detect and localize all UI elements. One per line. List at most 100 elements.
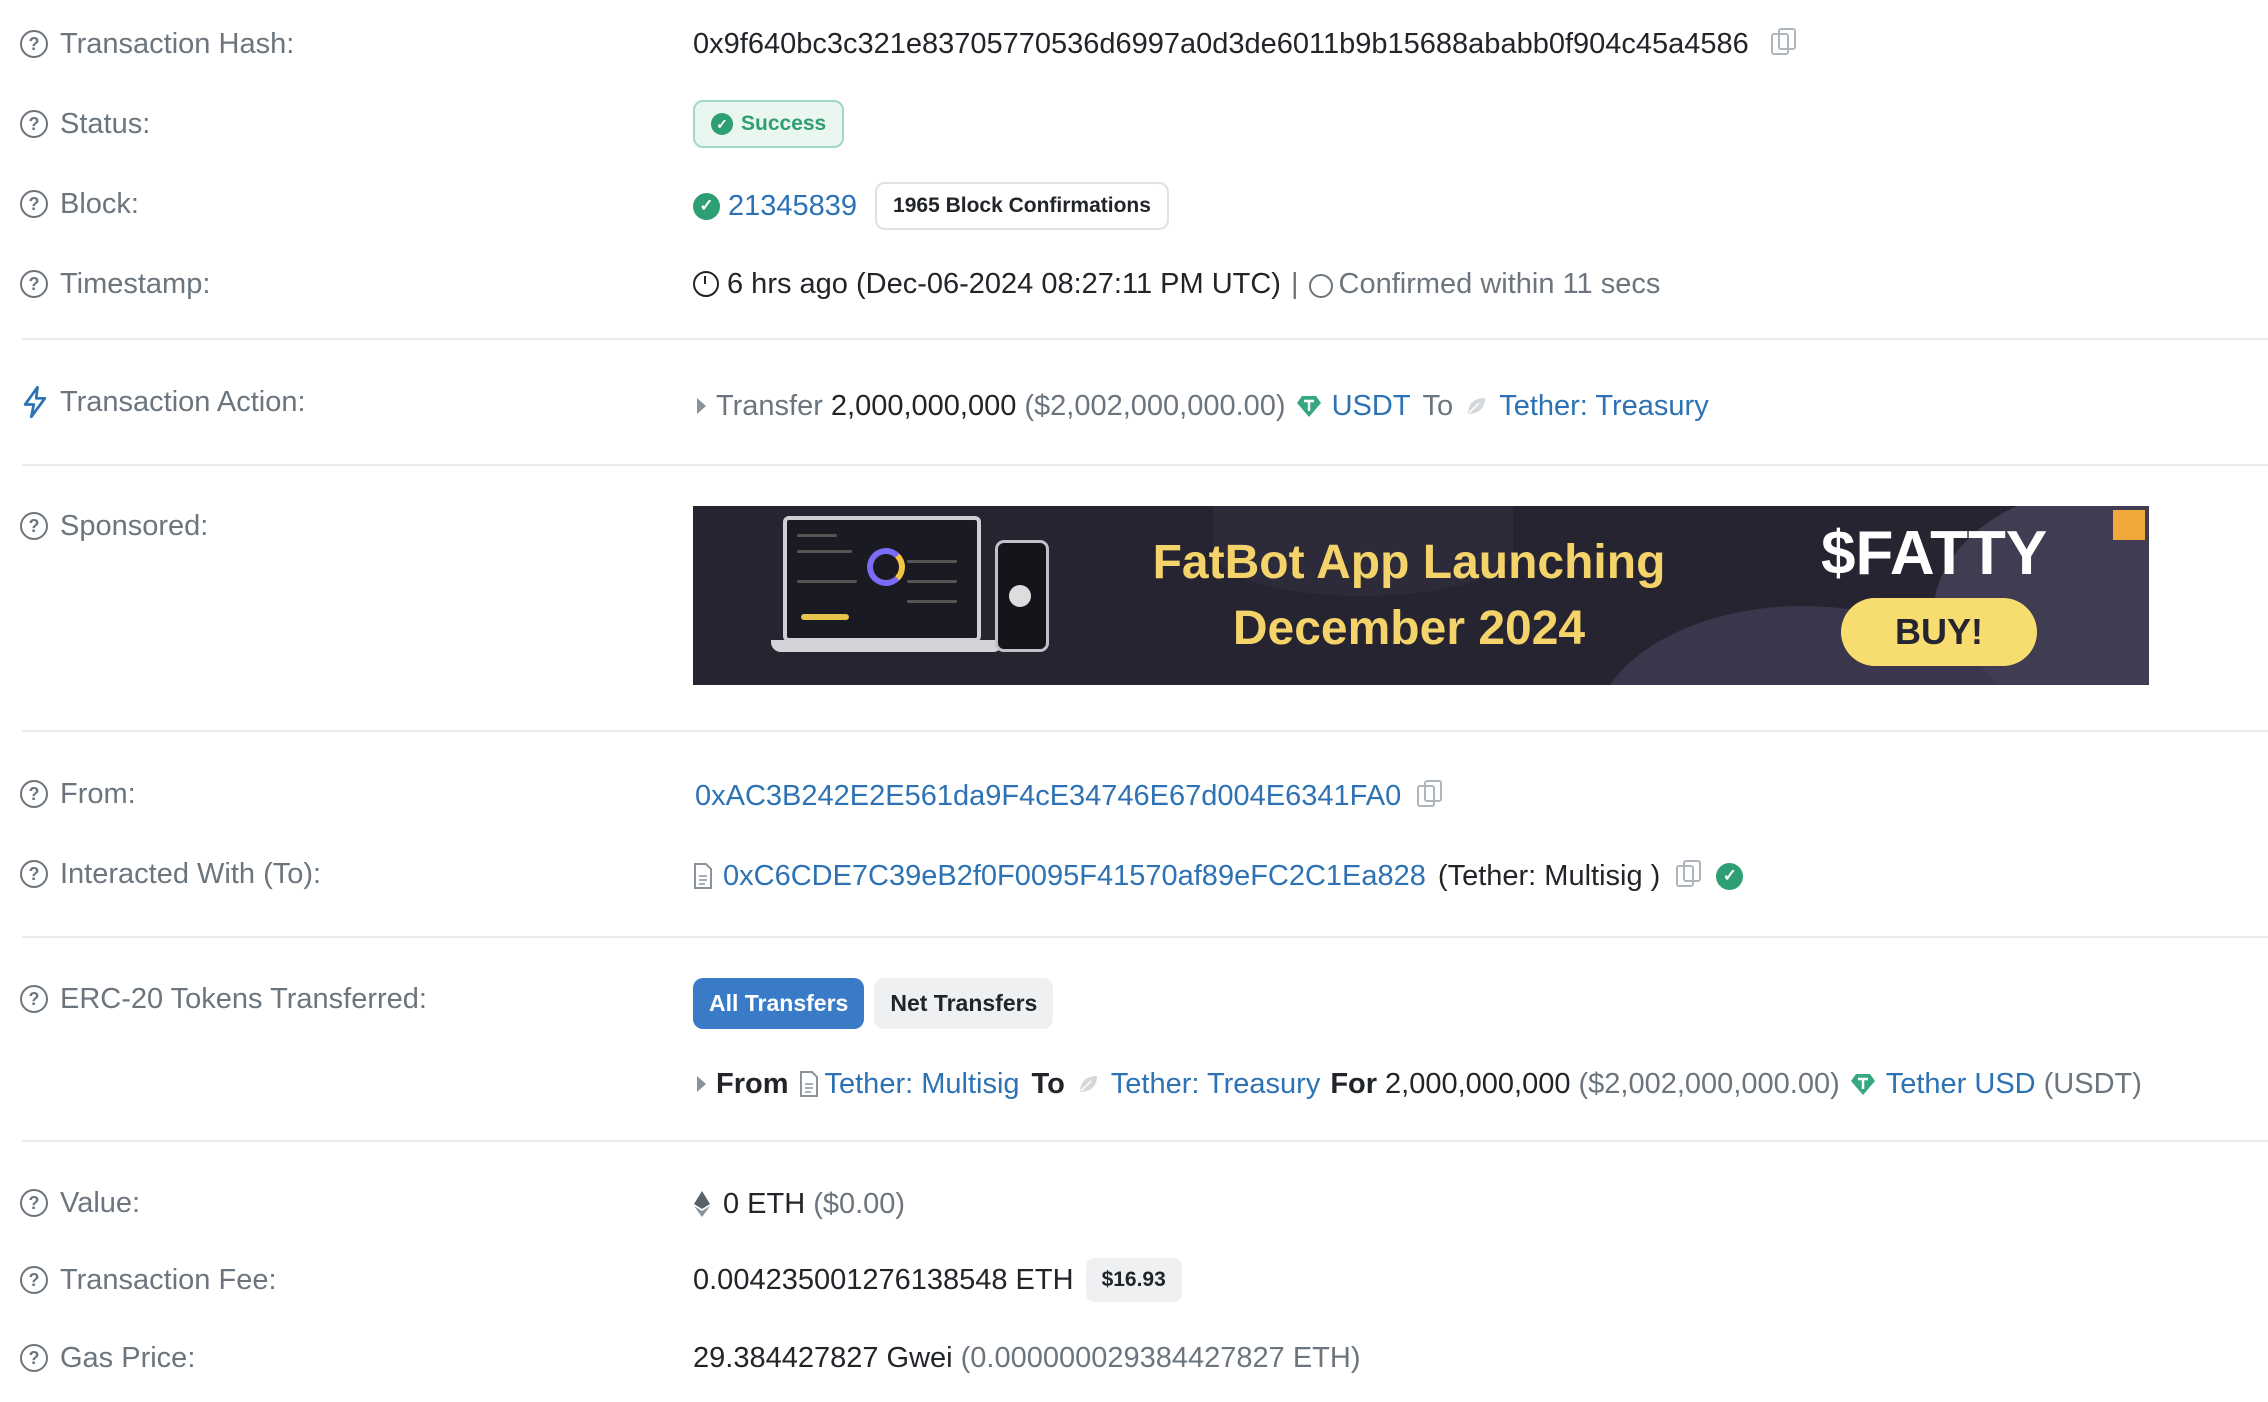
divider: [22, 464, 2268, 466]
ad-corner-icon[interactable]: [2113, 510, 2145, 540]
contract-name: (Tether: Multisig ): [1437, 859, 1661, 892]
label-erc20: ? ERC-20 Tokens Transferred:: [20, 979, 427, 1019]
timestamp-text: 6 hrs ago (Dec-06-2024 08:27:11 PM UTC): [727, 267, 1281, 300]
leaf-icon: [1079, 1076, 1097, 1092]
copy-icon[interactable]: [1417, 780, 1443, 807]
value-from: 0xAC3B242E2E561da9F4cE34746E67d004E6341F…: [695, 776, 1443, 816]
value-timestamp: 6 hrs ago (Dec-06-2024 08:27:11 PM UTC) …: [693, 264, 1660, 304]
question-icon[interactable]: ?: [20, 1266, 48, 1294]
graphic-line: [797, 550, 852, 553]
erc20-to-link[interactable]: Tether: Treasury: [1111, 1068, 1321, 1101]
banner-ticker: $FATTY: [1821, 519, 2048, 588]
label-tx-hash: ? Transaction Hash:: [20, 24, 294, 64]
lightning-icon: [23, 386, 47, 418]
fee-eth: 0.004235001276138548 ETH: [693, 1263, 1074, 1296]
copy-icon[interactable]: [1770, 28, 1796, 55]
value-usd: ($0.00): [813, 1187, 906, 1220]
action-verb: Transfer: [716, 389, 823, 422]
question-icon[interactable]: ?: [20, 270, 48, 298]
question-icon[interactable]: ?: [20, 30, 48, 58]
label-timestamp: ? Timestamp:: [20, 264, 210, 304]
fee-usd-badge: $16.93: [1085, 1258, 1182, 1302]
action-usd: ($2,002,000,000.00): [1024, 389, 1286, 422]
tether-token-icon: [1850, 1074, 1875, 1095]
eth-icon: [694, 1191, 710, 1217]
divider: [22, 1140, 2268, 1142]
leaf-icon: [1468, 398, 1486, 414]
token-link[interactable]: USDT: [1332, 390, 1411, 423]
tx-hash-text: 0x9f640bc3c321e83705770536d6997a0d3de601…: [693, 27, 1749, 60]
value-value: 0 ETH ($0.00): [693, 1184, 905, 1224]
sponsored-banner[interactable]: FatBot App Launching December 2024 $FATT…: [693, 506, 2149, 685]
contract-address-link[interactable]: 0xC6CDE7C39eB2f0F0095F41570af89eFC2C1Ea8…: [723, 860, 1426, 893]
caret-right-icon[interactable]: [697, 398, 706, 414]
erc20-amount: 2,000,000,000: [1385, 1067, 1571, 1100]
question-icon[interactable]: ?: [20, 780, 48, 808]
graphic-line: [797, 534, 837, 537]
label-tx-fee: ? Transaction Fee:: [20, 1260, 277, 1300]
avatar-graphic: [1009, 585, 1031, 607]
confirmed-within-text: Confirmed within 11 secs: [1338, 267, 1661, 300]
phone-illustration: [995, 540, 1049, 652]
tether-token-icon: [1296, 396, 1321, 417]
question-icon[interactable]: ?: [20, 110, 48, 138]
label-gas-price: ? Gas Price:: [20, 1338, 195, 1378]
clock-icon: [693, 271, 719, 297]
erc20-from-link[interactable]: Tether: Multisig: [825, 1068, 1020, 1101]
contract-file-icon: [799, 1071, 818, 1097]
status-badge: ✓ Success: [693, 100, 845, 148]
erc20-token-link[interactable]: Tether USD: [1886, 1068, 2036, 1101]
gas-gwei: 29.384427827 Gwei: [693, 1341, 953, 1374]
action-amount: 2,000,000,000: [830, 389, 1017, 422]
divider: [22, 730, 2268, 732]
block-number-link[interactable]: 21345839: [728, 190, 857, 223]
question-icon[interactable]: ?: [20, 860, 48, 888]
value-gas-price: 29.384427827 Gwei (0.000000029384427827 …: [693, 1338, 1360, 1378]
question-icon[interactable]: ?: [20, 512, 48, 540]
graphic-line: [797, 580, 857, 583]
question-icon[interactable]: ?: [20, 1344, 48, 1372]
donut-graphic: [867, 548, 905, 586]
label-from: ? From:: [20, 774, 136, 814]
caret-right-icon[interactable]: [697, 1076, 706, 1092]
to-word: To: [1031, 1067, 1065, 1100]
separator: |: [1290, 267, 1299, 300]
label-status: ? Status:: [20, 104, 150, 144]
value-interacted: 0xC6CDE7C39eB2f0F0095F41570af89eFC2C1Ea8…: [693, 856, 1751, 896]
value-status: ✓ Success: [693, 100, 845, 148]
question-icon[interactable]: ?: [20, 1189, 48, 1217]
graphic-line: [907, 580, 957, 583]
question-icon[interactable]: ?: [20, 985, 48, 1013]
erc20-usd: ($2,002,000,000.00): [1578, 1067, 1840, 1100]
graphic-line: [907, 560, 957, 563]
label-interacted: ? Interacted With (To):: [20, 854, 321, 894]
check-circle-icon: ✓: [711, 113, 733, 135]
from-word: From: [716, 1067, 789, 1100]
label-tx-action: Transaction Action:: [20, 382, 306, 422]
erc20-symbol: (USDT): [2043, 1067, 2142, 1100]
question-icon[interactable]: ?: [20, 190, 48, 218]
graphic-bar: [801, 614, 849, 620]
gas-eth: (0.000000029384427827 ETH): [960, 1341, 1361, 1374]
value-eth: 0 ETH: [723, 1187, 806, 1220]
divider: [22, 936, 2268, 938]
graphic-line: [907, 600, 957, 603]
value-tx-fee: 0.004235001276138548 ETH $16.93: [693, 1258, 1182, 1302]
erc20-tabs: All Transfers Net Transfers: [693, 977, 1054, 1029]
copy-icon[interactable]: [1676, 860, 1702, 887]
tab-net-transfers[interactable]: Net Transfers: [874, 977, 1054, 1029]
label-value: ? Value:: [20, 1183, 140, 1223]
laptop-base: [771, 640, 1003, 652]
from-address-link[interactable]: 0xAC3B242E2E561da9F4cE34746E67d004E6341F…: [695, 780, 1401, 813]
tab-all-transfers[interactable]: All Transfers: [693, 977, 865, 1029]
laptop-illustration: [783, 516, 981, 642]
banner-buy-button[interactable]: BUY!: [1841, 598, 2037, 666]
value-tx-hash: 0x9f640bc3c321e83705770536d6997a0d3de601…: [693, 24, 1796, 64]
treasury-link[interactable]: Tether: Treasury: [1499, 390, 1709, 423]
banner-headline: FatBot App Launching December 2024: [1152, 536, 1666, 655]
contract-file-icon: [694, 863, 712, 889]
erc20-transfer-line: From Tether: Multisig To Tether: Treasur…: [693, 1064, 2142, 1104]
value-tx-action: Transfer 2,000,000,000 ($2,002,000,000.0…: [693, 386, 1709, 426]
value-block: ✓ 21345839 1965 Block Confirmations: [693, 182, 1169, 230]
verified-check-icon: ✓: [1716, 862, 1744, 890]
